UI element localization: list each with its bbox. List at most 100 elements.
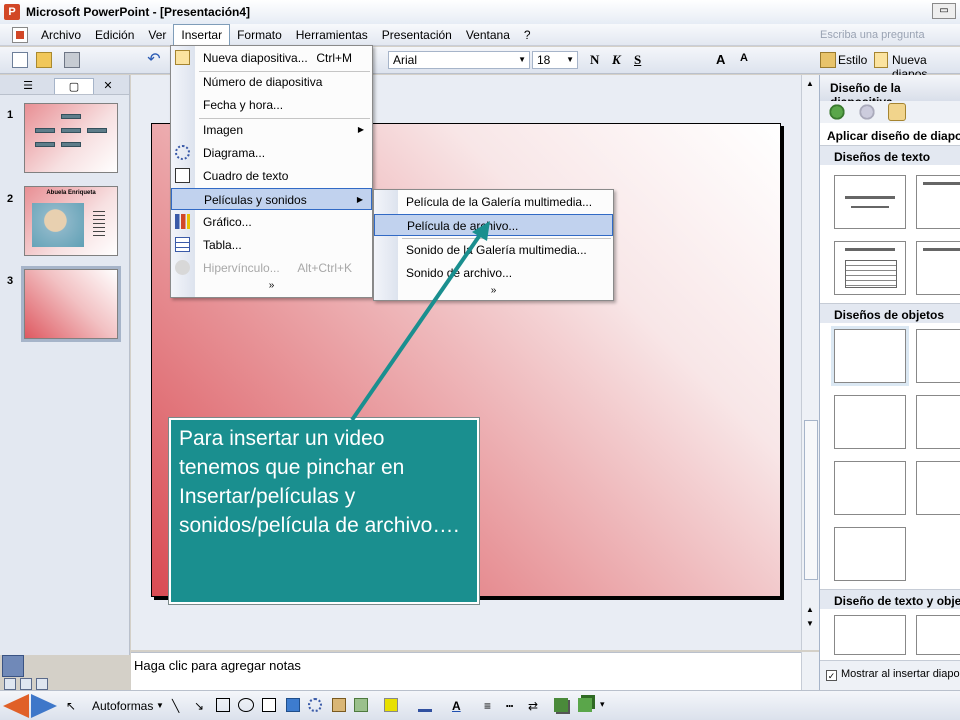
layout-blank[interactable] [831, 326, 909, 386]
layout-four-content-2[interactable] [916, 461, 960, 515]
menu-item-table[interactable]: Tabla... [171, 234, 372, 256]
next-slide-icon[interactable]: ▼ [806, 619, 814, 628]
slides-tab-icon[interactable]: ▢ [54, 78, 94, 94]
slide-sorter-icon[interactable] [20, 678, 32, 690]
previous-arrow-icon[interactable] [3, 694, 29, 718]
print-icon[interactable] [64, 52, 80, 68]
forward-icon[interactable] [858, 103, 876, 121]
3d-style-icon[interactable] [578, 698, 592, 712]
submenu-item-gallery-sound[interactable]: Sonido de la Galería multimedia... [374, 239, 613, 261]
bold-button[interactable]: N [590, 52, 599, 68]
layout-title-text[interactable] [834, 241, 906, 295]
layout-title-content-2[interactable] [916, 395, 960, 449]
wordart-icon[interactable] [286, 698, 300, 712]
layout-six-content[interactable] [834, 527, 906, 581]
menu-formato[interactable]: Formato [230, 25, 289, 45]
grow-font-icon[interactable]: A [716, 52, 725, 67]
insert-picture-icon[interactable] [354, 698, 368, 712]
document-icon[interactable] [12, 26, 28, 43]
scroll-thumb[interactable] [804, 420, 818, 580]
menu-herramientas[interactable]: Herramientas [289, 25, 375, 45]
back-icon[interactable] [828, 103, 846, 121]
normal-view-icon[interactable] [4, 678, 16, 690]
menu-ventana[interactable]: Ventana [459, 25, 517, 45]
slide-thumbnail-2[interactable]: Abuela Enriqueta [24, 186, 118, 256]
menu-item-text-box[interactable]: Cuadro de texto [171, 165, 372, 187]
layout-title-slide[interactable] [834, 175, 906, 229]
checkbox-checked-icon[interactable]: ✓ [826, 670, 837, 681]
clipart-icon[interactable] [332, 698, 346, 712]
new-document-icon[interactable] [12, 52, 28, 68]
close-icon[interactable]: ✕ [96, 78, 120, 94]
autoshapes-button[interactable]: Autoformas [92, 699, 153, 713]
menu-item-slide-number[interactable]: Número de diapositiva [171, 71, 372, 93]
scroll-up-icon[interactable]: ▲ [806, 79, 814, 88]
select-pointer-icon[interactable]: ↖ [66, 699, 76, 713]
expand-menu-icon[interactable]: » [171, 280, 372, 291]
next-arrow-icon[interactable] [31, 694, 57, 718]
menu-item-movies-sounds[interactable]: Películas y sonidos ▶ [171, 188, 372, 210]
menu-help[interactable]: ? [517, 25, 538, 45]
menu-archivo[interactable]: Archivo [34, 25, 88, 45]
menu-item-date-time[interactable]: Fecha y hora... [171, 94, 372, 116]
arrow-tool-icon[interactable]: ↘ [194, 699, 204, 713]
toolbar-options-icon[interactable]: ▾ [600, 699, 605, 710]
restore-button[interactable]: ▭ [932, 3, 956, 19]
diagram-icon[interactable] [308, 698, 322, 712]
menu-presentacion[interactable]: Presentación [375, 25, 459, 45]
layout-text-object-2[interactable] [916, 615, 960, 655]
slide-thumbnail-1[interactable] [24, 103, 118, 173]
slide-vertical-scrollbar[interactable]: ▲ ▲ ▼ [801, 75, 819, 650]
line-tool-icon[interactable]: ╲ [172, 699, 179, 713]
menu-item-picture[interactable]: Imagen ▶ [171, 119, 372, 141]
rectangle-tool-icon[interactable] [216, 698, 230, 712]
notes-scrollbar[interactable] [801, 652, 819, 690]
show-on-insert-checkbox[interactable]: ✓ Mostrar al insertar diapo [820, 660, 960, 690]
undo-icon[interactable]: ↶ [146, 52, 162, 68]
shrink-font-icon[interactable]: A [740, 52, 748, 64]
ask-question-input[interactable]: Escriba una pregunta [818, 27, 942, 43]
line-style-icon[interactable]: ≡ [484, 699, 491, 713]
shadow-style-icon[interactable] [554, 698, 568, 712]
font-color-icon[interactable]: A [452, 699, 461, 713]
instruction-callout[interactable]: Para insertar un video tenemos que pinch… [168, 417, 480, 605]
submenu-item-gallery-movie[interactable]: Película de la Galería multimedia... [374, 191, 613, 213]
notes-pane[interactable]: Haga clic para agregar notas [131, 652, 801, 690]
arrow-style-icon[interactable]: ⇄ [528, 699, 538, 713]
previous-slide-icon[interactable]: ▲ [806, 605, 814, 614]
dash-style-icon[interactable]: ┅ [506, 699, 513, 713]
style-label[interactable]: Estilo [838, 53, 867, 67]
font-size-select[interactable]: 18 ▼ [532, 51, 578, 69]
layout-title-content[interactable] [834, 395, 906, 449]
menu-item-chart[interactable]: Gráfico... [171, 211, 372, 233]
layout-content[interactable] [916, 329, 960, 383]
slideshow-icon[interactable] [36, 678, 48, 690]
menu-edicion[interactable]: Edición [88, 25, 141, 45]
slide-thumbnail-3[interactable] [21, 266, 121, 342]
home-icon[interactable] [2, 655, 24, 677]
menu-ver[interactable]: Ver [141, 25, 173, 45]
open-folder-icon[interactable] [36, 52, 52, 68]
italic-button[interactable]: K [612, 52, 621, 68]
menu-item-diagram[interactable]: Diagrama... [171, 142, 372, 164]
layout-text-object[interactable] [834, 615, 906, 655]
outline-tab-icon[interactable]: ☰ [8, 78, 48, 94]
textbox-tool-icon[interactable] [262, 698, 276, 712]
home-icon[interactable] [888, 103, 906, 121]
layout-four-content[interactable] [834, 461, 906, 515]
menu-item-new-slide[interactable]: Nueva diapositiva... Ctrl+M [171, 47, 372, 69]
submenu-item-movie-from-file[interactable]: Película de archivo... [374, 214, 613, 236]
new-slide-icon[interactable] [874, 52, 888, 68]
style-icon[interactable] [820, 52, 836, 68]
layout-title-only[interactable] [916, 175, 960, 229]
layout-two-columns[interactable] [916, 241, 960, 295]
ellipse-tool-icon[interactable] [238, 698, 254, 712]
menu-insertar[interactable]: Insertar [173, 24, 231, 45]
object-layouts-section: Diseños de objetos [820, 303, 960, 323]
fill-color-icon[interactable] [384, 698, 398, 712]
underline-button[interactable]: S [634, 52, 641, 68]
font-name-select[interactable]: Arial ▼ [388, 51, 530, 69]
submenu-item-sound-from-file[interactable]: Sonido de archivo... [374, 262, 613, 284]
line-color-icon[interactable] [418, 698, 432, 712]
expand-menu-icon[interactable]: » [374, 285, 613, 296]
